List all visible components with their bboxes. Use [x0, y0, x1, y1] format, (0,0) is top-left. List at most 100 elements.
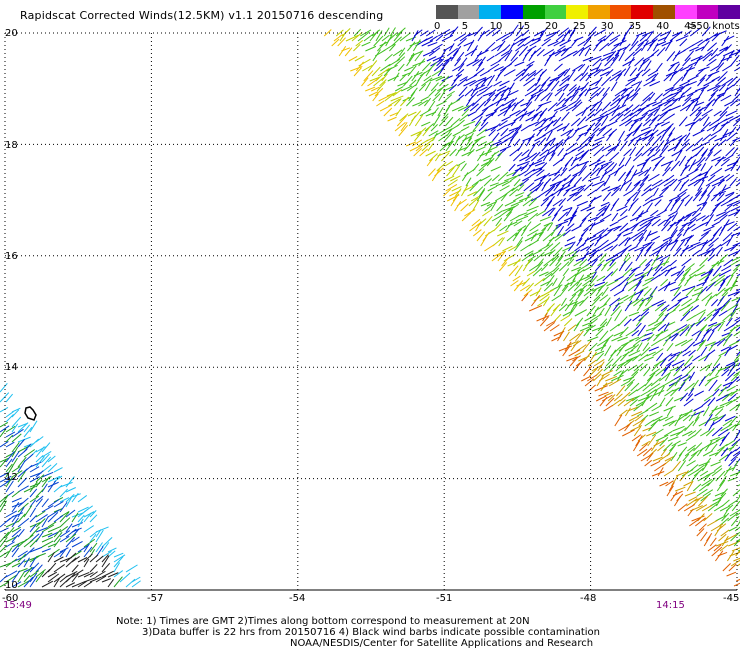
wind-barb	[65, 548, 72, 558]
wind-barb	[682, 430, 693, 437]
wind-barb	[660, 278, 669, 287]
wind-barb	[571, 225, 582, 232]
wind-barb	[466, 39, 475, 52]
wind-barb	[436, 100, 447, 107]
wind-barb	[414, 114, 424, 127]
wind-barb	[490, 166, 502, 172]
wind-barb	[601, 76, 612, 87]
wind-barb	[584, 314, 596, 322]
wind-barb	[406, 54, 415, 67]
wind-barb	[715, 408, 724, 417]
wind-barb	[504, 90, 511, 102]
wind-barb	[636, 342, 643, 352]
wind-barb	[89, 564, 98, 573]
wind-barb	[605, 317, 612, 327]
wind-barb	[483, 215, 493, 227]
wind-barb	[29, 420, 38, 433]
wind-barbs-layer	[0, 24, 740, 588]
wind-barb	[562, 345, 571, 357]
wind-barb	[35, 552, 46, 558]
wind-barb	[558, 197, 566, 207]
wind-barb	[539, 189, 550, 197]
wind-barb	[580, 82, 589, 92]
wind-barb	[522, 198, 534, 207]
wind-barb	[676, 452, 683, 462]
wind-barb	[650, 460, 661, 467]
wind-barb	[667, 266, 677, 272]
wind-barb	[631, 411, 643, 417]
wind-barb	[628, 202, 635, 212]
wind-barb	[729, 138, 738, 147]
wind-barb	[636, 301, 645, 312]
wind-barb	[455, 145, 463, 157]
legend-label: 25	[572, 21, 586, 32]
wind-barb	[726, 571, 737, 577]
wind-barb	[657, 178, 669, 187]
wind-barb	[65, 476, 75, 488]
wind-barb	[421, 121, 431, 127]
wind-barb	[670, 491, 678, 502]
wind-barb	[615, 301, 624, 307]
wind-barb	[715, 367, 723, 377]
wind-barb	[476, 150, 485, 162]
wind-barb	[592, 284, 604, 292]
wind-barb	[387, 116, 397, 122]
wind-barb	[720, 199, 733, 207]
wind-barb	[704, 151, 713, 162]
wind-barb	[687, 508, 694, 517]
wind-barb	[723, 297, 732, 307]
wind-barb	[538, 227, 547, 237]
wind-barb	[629, 67, 638, 77]
wind-barb	[551, 187, 563, 197]
wind-barb	[623, 43, 631, 52]
wind-barb	[619, 140, 628, 152]
wind-barb	[695, 289, 703, 302]
wind-speed-legend: 0 5 10 15 20 25 30 35 40 45 >50 knots	[434, 5, 740, 35]
wind-barb	[678, 175, 689, 182]
wind-barb	[609, 151, 620, 162]
wind-barb	[584, 47, 591, 57]
wind-barb	[5, 536, 18, 543]
wind-barb	[47, 551, 55, 563]
wind-barb	[705, 281, 716, 292]
wind-barb	[83, 538, 96, 548]
wind-barb	[628, 56, 635, 67]
wind-barb	[461, 172, 469, 182]
wind-barb	[594, 136, 605, 142]
wind-barb	[684, 491, 696, 497]
wind-barb	[651, 254, 660, 267]
wind-barb	[687, 75, 699, 82]
wind-barb	[656, 47, 666, 57]
wind-barb	[610, 244, 618, 252]
lat-tick: 18	[5, 140, 18, 151]
wind-barb	[732, 489, 740, 497]
wind-barb	[486, 55, 495, 62]
wind-barb	[650, 377, 662, 387]
wind-barb	[684, 420, 694, 432]
legend-label: 10	[489, 21, 503, 32]
wind-barb	[701, 215, 710, 222]
wind-barb	[583, 182, 594, 192]
wind-barb	[482, 191, 493, 202]
wind-barb	[732, 419, 740, 432]
wind-barb	[568, 163, 579, 172]
wind-barb	[512, 275, 521, 282]
wind-barb	[589, 351, 597, 362]
wind-barb	[720, 300, 731, 312]
wind-barb	[524, 88, 537, 97]
wind-barb	[588, 176, 600, 182]
wind-barb	[632, 124, 642, 137]
wind-barb	[675, 215, 685, 227]
wind-barb	[700, 239, 709, 252]
legend-swatch	[479, 5, 502, 19]
wind-barb	[609, 283, 622, 292]
wind-barb	[591, 364, 603, 372]
wind-barb	[667, 105, 681, 112]
wind-barb	[469, 181, 479, 192]
wind-barb	[428, 168, 436, 177]
wind-barb	[605, 375, 618, 382]
wind-barb	[544, 200, 553, 212]
wind-barb	[609, 112, 621, 122]
wind-barb	[599, 170, 607, 182]
wind-barb	[478, 161, 490, 172]
